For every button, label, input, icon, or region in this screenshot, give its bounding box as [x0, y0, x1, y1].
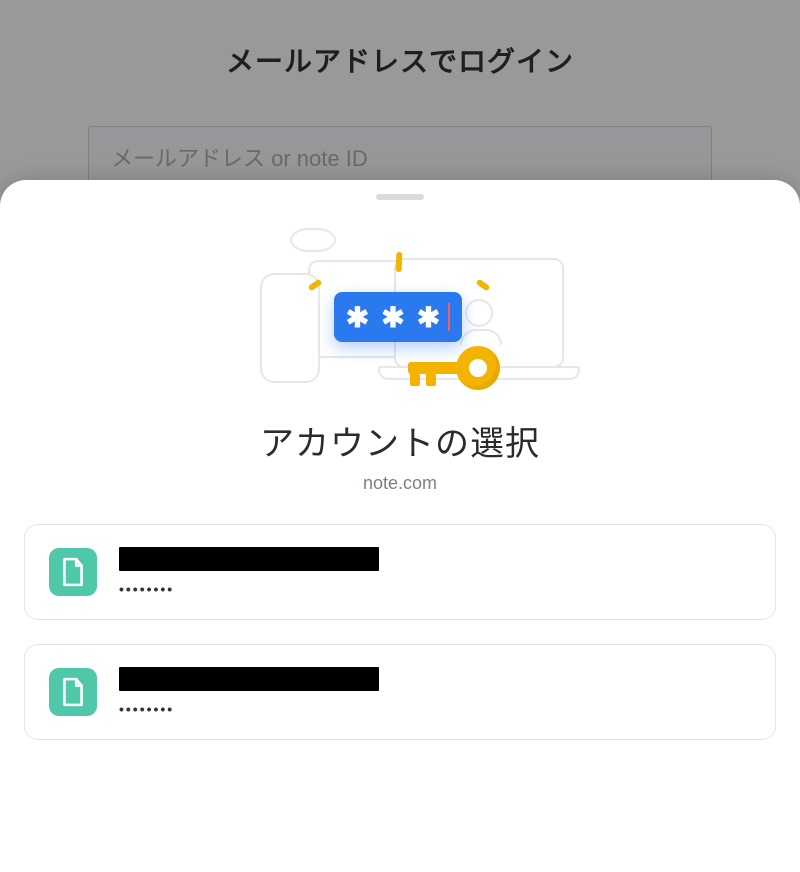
- text-cursor-icon: [448, 303, 450, 331]
- asterisk-icon: ✱: [346, 301, 369, 334]
- account-username-redacted: [119, 547, 379, 571]
- spark-icon: [396, 252, 403, 272]
- password-box-icon: ✱ ✱ ✱: [334, 292, 462, 342]
- sheet-grabber[interactable]: [376, 194, 424, 200]
- cloud-icon: [290, 228, 336, 252]
- account-picker-sheet: ✱ ✱ ✱ アカウントの選択 note.com ••••••••: [0, 180, 800, 872]
- note-app-icon: [49, 548, 97, 596]
- key-icon: [408, 344, 500, 392]
- account-text: ••••••••: [119, 667, 379, 717]
- account-password-mask: ••••••••: [119, 581, 379, 597]
- asterisk-icon: ✱: [417, 301, 440, 334]
- account-option[interactable]: ••••••••: [24, 524, 776, 620]
- note-app-icon: [49, 668, 97, 716]
- sheet-title: アカウントの選択: [260, 416, 540, 465]
- account-password-mask: ••••••••: [119, 701, 379, 717]
- account-text: ••••••••: [119, 547, 379, 597]
- sheet-domain: note.com: [363, 473, 437, 494]
- account-username-redacted: [119, 667, 379, 691]
- asterisk-icon: ✱: [381, 301, 404, 334]
- account-list: •••••••• ••••••••: [0, 494, 800, 740]
- avatar-placeholder-icon: [465, 299, 493, 327]
- account-option[interactable]: ••••••••: [24, 644, 776, 740]
- illustration: ✱ ✱ ✱: [200, 218, 600, 398]
